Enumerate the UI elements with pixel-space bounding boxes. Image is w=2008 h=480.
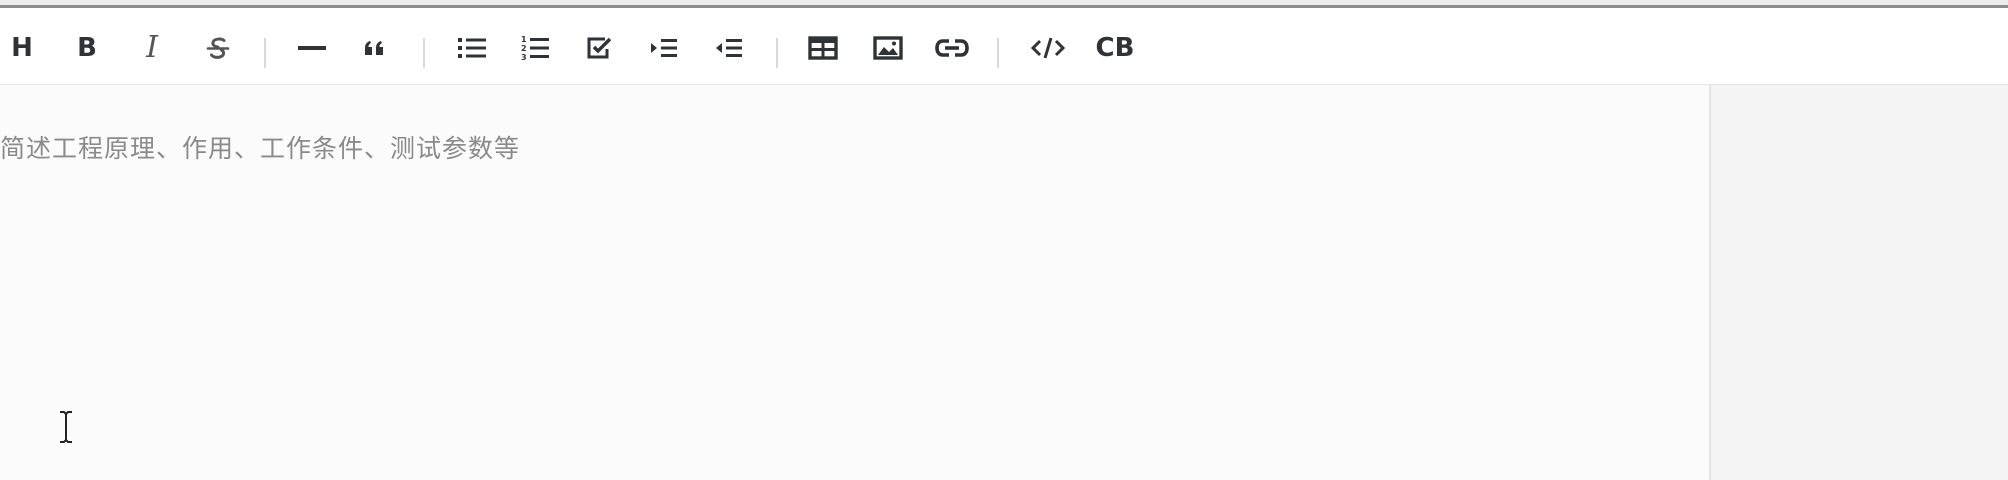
- italic-icon: I: [146, 30, 158, 65]
- task-list-icon: [587, 37, 612, 59]
- heading-button[interactable]: H: [2, 28, 42, 68]
- link-button[interactable]: [932, 28, 972, 68]
- editor-toolbar: H B I 1 2 3 CB: [0, 8, 2008, 85]
- svg-text:2: 2: [521, 44, 527, 53]
- bullet-list-button[interactable]: [452, 28, 492, 68]
- code-block-button[interactable]: CB: [1093, 28, 1137, 68]
- quote-button[interactable]: [355, 28, 395, 68]
- horizontal-rule-button[interactable]: [292, 28, 332, 68]
- code-block-icon: CB: [1095, 33, 1135, 63]
- task-list-button[interactable]: [579, 28, 619, 68]
- heading-icon: H: [11, 33, 33, 63]
- ordered-list-icon: 1 2 3: [521, 35, 549, 62]
- outdent-button[interactable]: [709, 28, 749, 68]
- table-button[interactable]: [803, 28, 843, 68]
- bullet-list-icon: [458, 38, 486, 58]
- preview-pane: [1711, 85, 2008, 480]
- window-top-border: [0, 0, 2008, 8]
- bold-button[interactable]: B: [67, 28, 107, 68]
- link-icon: [935, 39, 969, 57]
- text-cursor-icon: [60, 411, 72, 443]
- image-icon: [873, 36, 903, 60]
- image-button[interactable]: [868, 28, 908, 68]
- bold-icon: B: [77, 33, 97, 63]
- quote-icon: [365, 41, 383, 55]
- toolbar-separator: [776, 38, 778, 68]
- svg-text:1: 1: [521, 35, 527, 44]
- strikethrough-icon: [206, 37, 230, 59]
- code-button[interactable]: [1028, 28, 1068, 68]
- markdown-editor: H B I 1 2 3 CB 简述工程原理、作用、工作条件、测试参数等: [0, 0, 2008, 480]
- strikethrough-button[interactable]: [198, 28, 238, 68]
- toolbar-separator: [423, 38, 425, 68]
- code-icon: [1030, 37, 1066, 59]
- table-icon: [808, 36, 838, 60]
- indent-button[interactable]: [644, 28, 684, 68]
- editor-input[interactable]: [0, 85, 1709, 480]
- toolbar-separator: [264, 38, 266, 68]
- italic-button[interactable]: I: [132, 28, 172, 68]
- editor-pane[interactable]: 简述工程原理、作用、工作条件、测试参数等: [0, 85, 1711, 480]
- toolbar-separator: [997, 38, 999, 68]
- outdent-icon: [716, 39, 742, 57]
- ordered-list-button[interactable]: 1 2 3: [515, 28, 555, 68]
- svg-text:3: 3: [521, 53, 527, 62]
- indent-icon: [651, 39, 677, 57]
- horizontal-rule-icon: [298, 46, 326, 50]
